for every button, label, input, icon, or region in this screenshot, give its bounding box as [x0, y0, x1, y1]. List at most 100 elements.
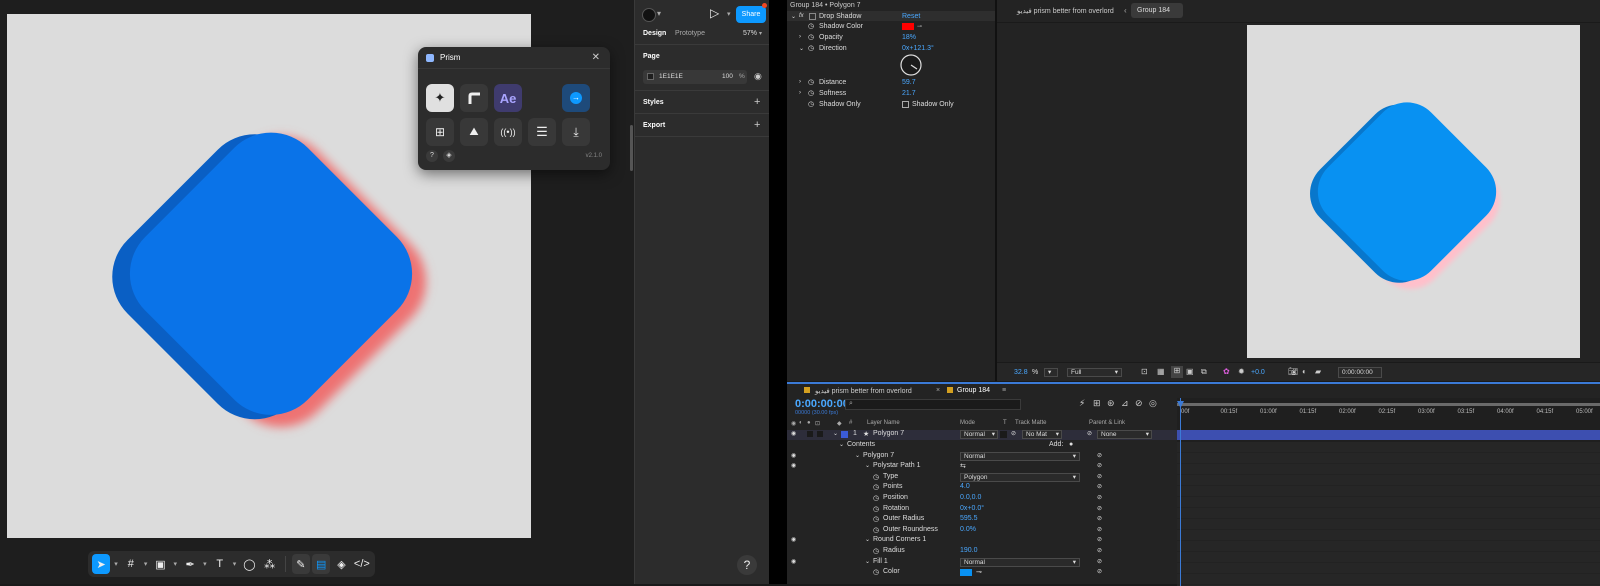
property-value[interactable]: 0.0%	[960, 526, 976, 533]
actions-tool-button[interactable]: ⁂	[261, 554, 279, 574]
zoom-value[interactable]: 32.8	[1014, 369, 1028, 376]
chevron-right-icon[interactable]: ›	[799, 34, 801, 40]
image-button[interactable]: ⛰	[460, 118, 488, 146]
snapshot-icon[interactable]: ◐	[1302, 367, 1307, 376]
property-row[interactable]: ◉ ⌄ Polystar Path 1 ⇆ ⊘	[787, 462, 1177, 472]
stopwatch-icon[interactable]: ◷	[873, 494, 879, 502]
chevron-down-icon[interactable]: ⌄	[839, 441, 844, 448]
stopwatch-icon[interactable]: ◷	[873, 568, 879, 576]
help-button[interactable]: ?	[737, 555, 757, 575]
property-dropdown[interactable]: Normal ▾	[960, 557, 1080, 567]
stopwatch-icon[interactable]: ◷	[808, 78, 814, 86]
chevron-down-icon[interactable]: ▾	[759, 30, 762, 37]
resolution-dropdown[interactable]: Full ▾	[1067, 368, 1122, 377]
drop-shadow-row[interactable]: ⌄ fx Drop Shadow Reset	[787, 11, 995, 21]
eyedropper-icon[interactable]: ⊸	[917, 23, 922, 30]
property-value[interactable]: 0x+0.0°	[960, 505, 984, 512]
show-snapshot-icon[interactable]: ▰	[1315, 367, 1321, 376]
comp-artwork[interactable]	[1247, 25, 1580, 358]
property-row[interactable]: ◷ Outer Radius 595.5 ⊘	[787, 515, 1177, 525]
property-row[interactable]: ◷ Radius 190.0 ⊘	[787, 547, 1177, 557]
expression-pickwhip-icon[interactable]: ⊘	[1097, 452, 1102, 459]
eye-icon[interactable]: ◉	[791, 420, 796, 427]
distance-value[interactable]: 59.7	[902, 79, 916, 86]
stopwatch-icon[interactable]: ◷	[873, 515, 879, 523]
figma-canvas[interactable]: Prism ✕ ✦ Ae → ⊞ ⛰ ((•)) ☰ ⤓ ? ◈ v2.1.0 …	[0, 0, 634, 584]
property-dropdown[interactable]: Normal ▾	[960, 451, 1080, 461]
chevron-right-icon[interactable]: ›	[799, 79, 801, 85]
page-color-field[interactable]: 1E1E1E 100 %	[643, 70, 747, 84]
expression-pickwhip-icon[interactable]: ⊘	[1097, 473, 1102, 480]
tab-menu-icon[interactable]: ≡	[1002, 387, 1006, 394]
solo-toggle[interactable]	[807, 431, 813, 437]
expression-pickwhip-icon[interactable]: ⊘	[1097, 483, 1102, 490]
stopwatch-icon[interactable]: ◷	[873, 547, 879, 555]
sparkle-button[interactable]: ✦	[426, 84, 454, 112]
frame-blending-icon[interactable]: ⊞	[1093, 398, 1101, 409]
expression-pickwhip-icon[interactable]: ⊘	[1097, 558, 1102, 565]
close-tab-icon[interactable]: ×	[936, 387, 940, 394]
grid-icon[interactable]: ⧉	[1201, 367, 1207, 377]
draft-3d-icon[interactable]: ⊘	[1135, 398, 1143, 409]
arrow-forward-button[interactable]: →	[562, 84, 590, 112]
preserve-transparency-toggle[interactable]	[1000, 431, 1007, 438]
audio-icon[interactable]: ◐	[799, 420, 803, 426]
timeline-track-area[interactable]: 00f 00:15f 01:00f 01:15f 02:00f 02:15f 03:00f 0…	[1177, 398, 1600, 586]
current-time-field[interactable]: 0:00:00:00	[1338, 367, 1382, 378]
solo-icon[interactable]: ●	[807, 420, 811, 426]
chevron-down-icon[interactable]: ⌄	[865, 462, 870, 469]
plugin-settings-button[interactable]: ◈	[443, 150, 455, 162]
time-ruler[interactable]: 00f 00:15f 01:00f 01:15f 02:00f 02:15f 03:00f 0…	[1177, 409, 1600, 419]
chevron-down-icon[interactable]: ▾	[142, 560, 149, 568]
comment-tool-button[interactable]: ◯	[240, 554, 258, 574]
chevron-down-icon[interactable]: ⌄	[865, 536, 870, 543]
dev-mode-button[interactable]: ◈	[332, 554, 350, 574]
chevron-left-icon[interactable]: ‹	[1124, 6, 1127, 15]
grid-button[interactable]: ⊞	[426, 118, 454, 146]
parent-dropdown[interactable]: None ▾	[1097, 430, 1152, 439]
timeline-tab-main[interactable]: فيديو prism better from overlord	[815, 387, 912, 395]
visibility-eye-icon[interactable]: ◉	[791, 536, 796, 543]
visibility-eye-icon[interactable]: ◉	[791, 430, 796, 437]
canvas-scrollbar[interactable]	[630, 125, 633, 171]
shadow-color-swatch[interactable]	[902, 22, 914, 30]
draw-mode-button[interactable]: ✎	[291, 554, 311, 574]
camera-icon[interactable]: 📷︎	[1288, 367, 1298, 376]
add-property-menu[interactable]: Add:	[1049, 441, 1063, 448]
playhead[interactable]	[1180, 398, 1181, 586]
share-button[interactable]: Share	[736, 6, 766, 23]
property-value[interactable]: 595.5	[960, 515, 978, 522]
stopwatch-icon[interactable]: ◷	[873, 505, 879, 513]
exposure-icon[interactable]: ✹	[1238, 367, 1245, 376]
chevron-down-icon[interactable]: ▾	[112, 560, 119, 568]
shadow-only-checkbox[interactable]	[902, 100, 909, 108]
property-row[interactable]: ◷ Outer Roundness 0.0% ⊘	[787, 526, 1177, 536]
close-icon[interactable]: ✕	[592, 52, 600, 63]
layer-row[interactable]: ◉ ⌄ 1 ★ Polygon 7 Normal ▾ ⊘ No Mat ▾ ⊘ No…	[787, 430, 1177, 440]
reset-link[interactable]: Reset	[902, 13, 920, 20]
property-row[interactable]: ◷ Position 0.0,0.0 ⊘	[787, 494, 1177, 504]
color-channel-icon[interactable]: ✿	[1223, 367, 1230, 376]
render-icon[interactable]: ◎	[1149, 398, 1157, 409]
design-mode-button[interactable]: ▤	[312, 554, 331, 574]
tab-design[interactable]: Design	[643, 30, 666, 37]
frame-tool-button[interactable]: #	[122, 554, 140, 574]
move-tool-button[interactable]: ➤	[92, 554, 111, 574]
after-effects-button[interactable]: Ae	[494, 84, 522, 112]
chevron-down-icon[interactable]: ⌄	[791, 13, 796, 20]
chevron-right-icon[interactable]: ›	[799, 90, 801, 96]
pickwhip-icon[interactable]: ⊘	[1087, 430, 1092, 437]
stopwatch-icon[interactable]: ◷	[873, 526, 879, 534]
menu-button[interactable]: ☰	[528, 118, 556, 146]
fx-label[interactable]: fx	[799, 13, 804, 19]
tab-prototype[interactable]: Prototype	[675, 30, 705, 37]
property-row[interactable]: ◷ Rotation 0x+0.0° ⊘	[787, 505, 1177, 515]
current-timecode[interactable]: 0:00:00:00	[795, 398, 849, 410]
visibility-eye-icon[interactable]: ◉	[791, 558, 796, 565]
chevron-down-icon[interactable]: ▾	[657, 9, 661, 18]
shape-tool-button[interactable]: ▣	[151, 554, 169, 574]
eyedropper-icon[interactable]: ⊸	[976, 568, 982, 576]
expression-pickwhip-icon[interactable]: ⊘	[1097, 494, 1102, 501]
download-button[interactable]: ⤓	[562, 118, 590, 146]
expression-pickwhip-icon[interactable]: ⊘	[1097, 515, 1102, 522]
